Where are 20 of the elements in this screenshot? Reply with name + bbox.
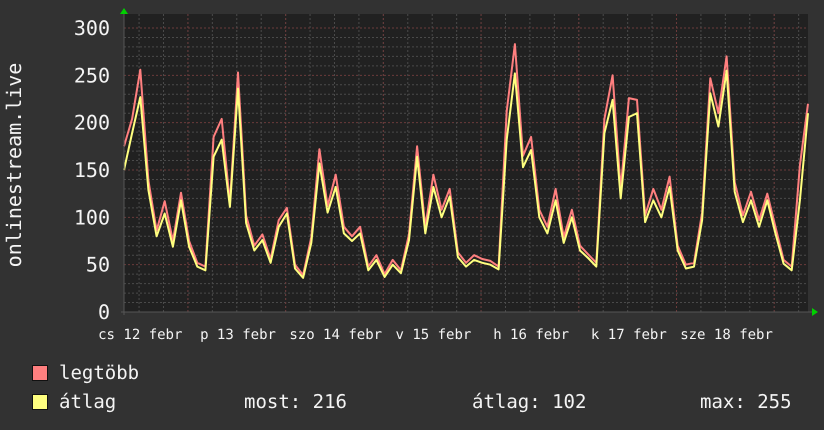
legend-stat: max: 255 [700,390,792,412]
legend-label: átlag [59,390,118,412]
x-tick-label: cs 12 febr [98,327,182,343]
y-tick-label: 300 [74,16,110,40]
y-axis-title: onlinestream.live [2,62,26,268]
x-tick-label: h 16 febr [493,327,570,343]
x-tick-label: sze 18 febr [680,327,773,343]
y-tick-label: 250 [74,63,110,88]
legend-stat: átlag: 102 [472,390,588,412]
y-tick-label: 200 [74,110,110,135]
y-tick-label: 150 [74,158,110,182]
y-tick-label: 50 [86,252,110,277]
legend-label: legtöbb [59,362,140,384]
x-tick-label: v 15 febr [396,327,472,343]
x-tick-label: szo 14 febr [289,327,382,343]
y-tick-label: 0 [98,300,110,324]
x-tick-label: k 17 febr [590,327,667,343]
y-tick-label: 100 [74,205,110,230]
legend-stat: most: 216 [244,390,348,412]
x-tick-label: p 13 febr [200,327,276,343]
